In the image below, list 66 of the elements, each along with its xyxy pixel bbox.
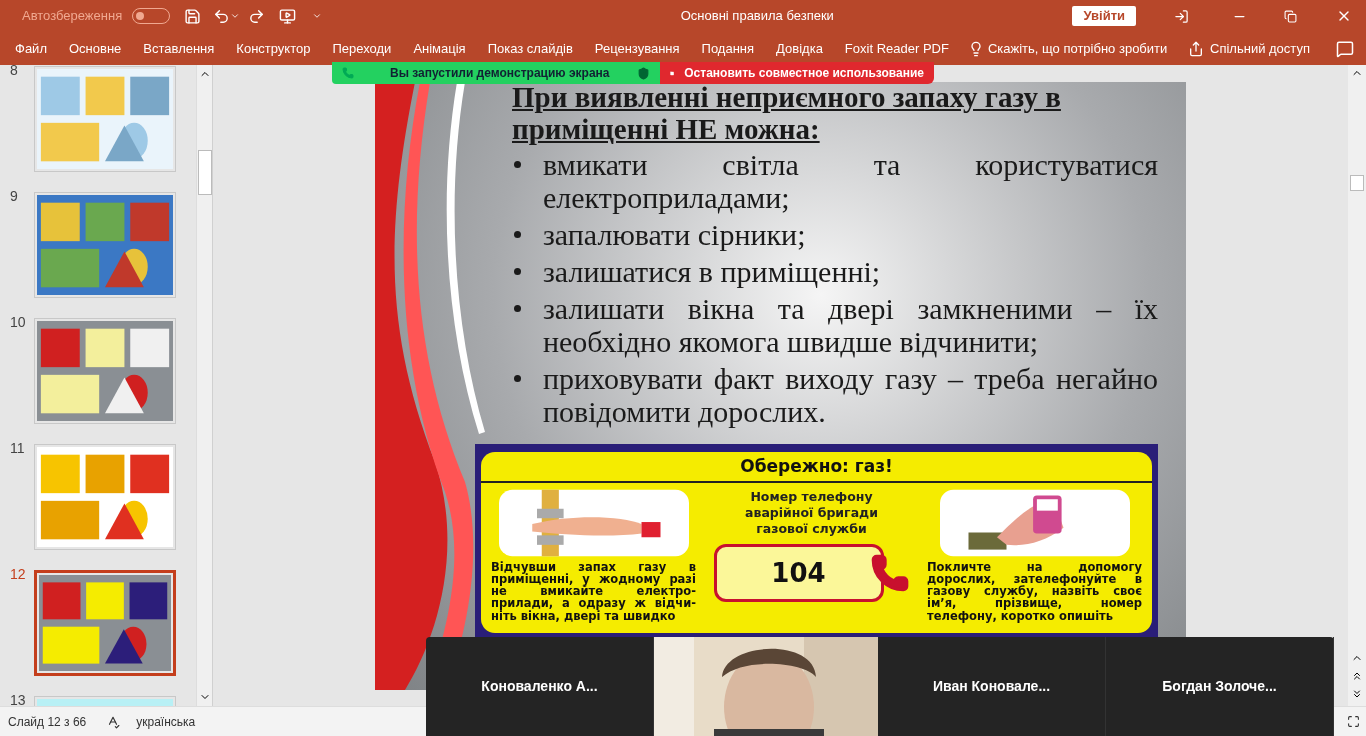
stop-icon [670, 68, 675, 78]
ribbon-tab[interactable]: Довідка [765, 32, 834, 65]
slide-number: 9 [9, 189, 19, 206]
redo-icon[interactable] [248, 7, 266, 25]
phone-caption: Номер телефону аварійної бригади газової служби [744, 489, 879, 537]
slide-number: 11 [9, 441, 26, 458]
bullet-text: вмикати світла та користуватися електроприладами; [543, 147, 1158, 214]
fit-slide-icon[interactable] [1347, 715, 1360, 728]
ribbon-tab[interactable]: Основне [57, 32, 133, 65]
phone-number: 104 [713, 544, 884, 603]
thumbnail-scrollbar[interactable] [196, 65, 212, 706]
shield-icon [637, 66, 650, 80]
autosave-label: Автозбереження [22, 7, 123, 26]
ribbon-tab[interactable]: Переходи [321, 32, 403, 65]
comments-icon[interactable] [1336, 39, 1354, 58]
bullet-text: залишати вікна та двері замкненими – їх необхідно якомога швидше відчинити; [543, 291, 1158, 358]
poster-heading: Обережно: газ! [481, 451, 1152, 484]
slide-number: 12 [9, 567, 27, 584]
ribbon-tab[interactable]: Подання [690, 32, 766, 65]
tell-me-field[interactable]: Скажіть, що потрібно зробити [987, 38, 1168, 59]
sharing-status: Вы запустили демонстрацию экрана [390, 65, 611, 82]
ribbon-tab[interactable]: Вставлення [132, 32, 226, 65]
ribbon-tab[interactable]: Показ слайдів [476, 32, 584, 65]
next-slide-icon[interactable] [1351, 688, 1363, 700]
slide-number: 10 [9, 315, 27, 332]
ribbon-tab[interactable]: Файл [4, 32, 58, 65]
language-label[interactable]: українська [136, 712, 196, 731]
phone-icon [869, 553, 910, 594]
bullet-text: залишатися в приміщенні; [543, 254, 881, 288]
stop-sharing-button[interactable]: Остановить совместное использование [660, 62, 934, 84]
window-title: Основні правила безпеки [680, 7, 834, 26]
poster-text: Відчувши запах газу в приміщенні, у жодному разі не вмикайте електро-прилади, а одразу ж відчи-ніть вікна, двері та швидко [491, 561, 696, 622]
slide-title: При виявленні неприємного запаху газу в приміщенні НЕ можна: [512, 82, 1062, 146]
bullet-icon [514, 230, 521, 238]
participant-name[interactable]: Богдан Золоче... [1162, 676, 1277, 697]
slide-scrollbar[interactable] [1348, 65, 1366, 706]
signin-button[interactable]: Увійти [1072, 6, 1136, 26]
previous-slide-icon[interactable] [1351, 670, 1363, 682]
caret-icon[interactable] [230, 11, 241, 21]
save-icon[interactable] [184, 7, 202, 25]
bullet-icon [514, 160, 521, 168]
undo-icon[interactable] [213, 7, 231, 25]
slide-number: 8 [9, 65, 19, 80]
bullet-icon [514, 374, 521, 382]
slide-number: 13 [9, 693, 27, 706]
phone-icon [342, 67, 354, 79]
bullet-text: приховувати факт виходу газу – треба негайно повідомити дорослих. [543, 361, 1158, 428]
slide-counter: Слайд 12 з 66 [8, 713, 87, 731]
scrollbar-thumb[interactable] [197, 150, 212, 195]
participant-name[interactable]: Коноваленко А... [481, 676, 598, 697]
participant-name[interactable]: Иван Коновале... [932, 676, 1051, 697]
bullet-icon [514, 267, 521, 275]
ribbon-tab[interactable]: Foxit Reader PDF [833, 32, 960, 65]
bullet-icon [514, 304, 521, 312]
restore-icon[interactable] [1284, 9, 1297, 23]
customize-caret-icon[interactable] [312, 11, 323, 21]
poster-text: Покличте на допомогу дорослих, зателефонуйте в газову службу, назвіть своє ім’я, прізвище, номер телефону, коротко опишіть [927, 561, 1142, 622]
spellcheck-icon[interactable] [106, 714, 121, 729]
share-icon[interactable] [1188, 40, 1205, 57]
ribbon-tab[interactable]: Анімація [402, 32, 477, 65]
slideshow-icon[interactable] [279, 7, 297, 25]
ribbon-tab[interactable]: Конструктор [225, 32, 322, 65]
bullet-text: запалювати сірники; [543, 217, 806, 251]
ribbon-tab[interactable]: Рецензування [583, 32, 691, 65]
share-link[interactable]: Спільний доступ [1210, 38, 1310, 59]
scrollbar-thumb[interactable] [1350, 175, 1364, 191]
